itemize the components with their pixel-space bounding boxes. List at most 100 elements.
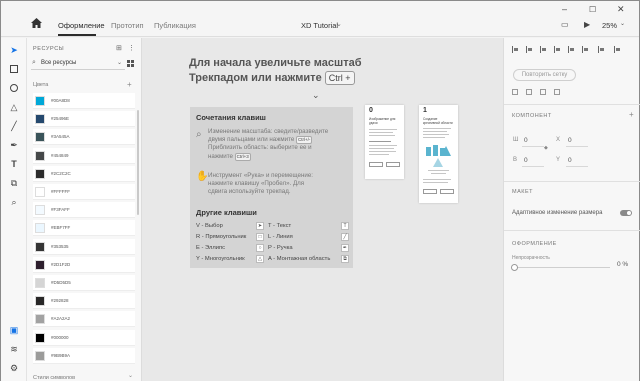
text-icon: T bbox=[341, 222, 349, 230]
text-line bbox=[423, 128, 451, 129]
mini-button bbox=[386, 162, 400, 167]
ctrl-3-key: Ctrl+3 bbox=[234, 152, 251, 161]
opacity-slider[interactable] bbox=[514, 267, 610, 268]
zoom-icon[interactable]: ⌕ bbox=[8, 196, 20, 208]
boolean-intersect-icon[interactable] bbox=[540, 89, 546, 95]
zoom-hint-line1: Для начала увеличьте масштаб bbox=[189, 57, 362, 69]
color-swatch-label: #2D1F2D bbox=[51, 261, 71, 267]
distribute-vertical-icon[interactable] bbox=[614, 46, 621, 53]
text-icon[interactable]: T bbox=[8, 158, 20, 170]
color-swatch-row[interactable]: #000000 bbox=[33, 329, 135, 346]
text-line bbox=[423, 131, 447, 132]
color-swatch-row[interactable]: #3A545A bbox=[33, 129, 135, 146]
artboard-0[interactable]: 0 Изображение для удачи bbox=[365, 105, 404, 179]
color-swatch-label: #353535 bbox=[51, 243, 69, 249]
line-icon[interactable]: ╱ bbox=[8, 120, 20, 132]
add-color-icon[interactable]: + bbox=[127, 80, 132, 89]
triangle-icon[interactable]: △ bbox=[8, 101, 20, 113]
align-center-icon[interactable] bbox=[526, 46, 533, 53]
document-title[interactable]: XD Tutorial bbox=[301, 21, 338, 30]
canvas[interactable]: Для начала увеличьте масштаб Трекпадом и… bbox=[142, 38, 503, 381]
search-filter-value: Все ресурсы bbox=[41, 60, 77, 66]
tab-share[interactable]: Публикация bbox=[154, 21, 196, 30]
artboard-1[interactable]: 1 Создание креативной области bbox=[419, 105, 458, 203]
chevron-down-icon[interactable]: ⌄ bbox=[312, 90, 320, 101]
color-swatch-row[interactable]: #2D1F2D bbox=[33, 256, 135, 273]
color-swatch-row[interactable]: #9B9B9A bbox=[33, 347, 135, 364]
height-label: В bbox=[513, 157, 518, 163]
library-icon[interactable]: ⋮ bbox=[128, 44, 135, 52]
chevron-down-icon[interactable]: ⌄ bbox=[620, 20, 625, 27]
mini-button bbox=[440, 189, 454, 194]
close-icon[interactable]: ✕ bbox=[617, 4, 625, 15]
align-left-icon[interactable] bbox=[512, 46, 519, 53]
color-swatch-row[interactable]: #2C2C2C bbox=[33, 165, 135, 182]
zoom-level[interactable]: 25% bbox=[602, 21, 617, 30]
device-preview-icon[interactable]: ▭ bbox=[561, 20, 569, 29]
chevron-down-icon[interactable]: ⌄ bbox=[128, 372, 133, 379]
opacity-slider-knob[interactable] bbox=[511, 264, 518, 271]
width-value[interactable]: 0 bbox=[524, 137, 528, 144]
color-swatch-row[interactable]: #25496E bbox=[33, 111, 135, 128]
color-swatch-label: #D5D5D5 bbox=[51, 280, 71, 285]
lock-aspect-icon[interactable]: ◆ bbox=[544, 145, 548, 151]
color-swatch-row[interactable]: #292828 bbox=[33, 293, 135, 310]
home-icon[interactable] bbox=[31, 18, 42, 28]
chevron-down-icon[interactable]: ⌄ bbox=[336, 20, 342, 28]
align-right-icon[interactable] bbox=[540, 46, 547, 53]
title-bar: Оформление Прототип Публикация XD Tutori… bbox=[1, 1, 639, 37]
color-swatch-row[interactable]: #00A8D8 bbox=[33, 93, 135, 109]
plugins-icon[interactable]: ⚙ bbox=[8, 362, 20, 374]
y-value[interactable]: 0 bbox=[568, 157, 572, 164]
boolean-add-icon[interactable] bbox=[512, 89, 518, 95]
boolean-subtract-icon[interactable] bbox=[526, 89, 532, 95]
repeat-grid-button[interactable]: Повторить сетку bbox=[513, 69, 576, 81]
assets-scrollbar[interactable] bbox=[137, 110, 139, 215]
color-swatch-row[interactable]: #EBF7FF bbox=[33, 220, 135, 237]
maximize-icon[interactable]: ☐ bbox=[589, 5, 596, 14]
color-swatch-row[interactable]: #454849 bbox=[33, 147, 135, 164]
character-styles-heading: Стили символов bbox=[33, 375, 76, 381]
align-top-icon[interactable] bbox=[554, 46, 561, 53]
add-component-icon[interactable]: + bbox=[629, 110, 634, 119]
boolean-exclude-icon[interactable] bbox=[554, 89, 560, 95]
color-swatch-row[interactable]: #A2A2A2 bbox=[33, 311, 135, 328]
minimize-icon[interactable]: – bbox=[562, 4, 567, 14]
chevron-down-icon[interactable]: ⌄ bbox=[117, 59, 122, 66]
color-swatch bbox=[35, 278, 45, 288]
ellipse-icon[interactable] bbox=[8, 82, 20, 94]
align-bottom-icon[interactable] bbox=[582, 46, 589, 53]
color-swatch-row[interactable]: #D5D5D5 bbox=[33, 275, 135, 291]
x-value[interactable]: 0 bbox=[568, 137, 572, 144]
align-middle-icon[interactable] bbox=[568, 46, 575, 53]
grid-view-icon[interactable] bbox=[127, 60, 134, 67]
height-value[interactable]: 0 bbox=[524, 157, 528, 164]
assets-title: РЕСУРСЫ bbox=[33, 46, 65, 52]
select-icon[interactable]: ➤ bbox=[8, 44, 20, 56]
play-icon[interactable]: ▶ bbox=[584, 20, 590, 29]
opacity-value[interactable]: 0 % bbox=[617, 261, 628, 268]
color-swatch-label: #FFFFFF bbox=[51, 189, 70, 194]
color-swatch bbox=[35, 259, 45, 270]
color-swatch-row[interactable]: #FFFFFF bbox=[33, 184, 135, 200]
tab-design[interactable]: Оформление bbox=[58, 21, 105, 30]
pen-icon[interactable]: ✒ bbox=[8, 139, 20, 151]
distribute-horizontal-icon[interactable] bbox=[598, 46, 605, 53]
field-underline bbox=[566, 166, 588, 167]
color-swatch bbox=[35, 314, 45, 325]
responsive-resize-toggle[interactable] bbox=[620, 210, 632, 216]
artboard-icon[interactable]: ⧉ bbox=[8, 177, 20, 189]
search-icon: ⌕ bbox=[32, 59, 36, 66]
color-swatch-label: #9B9B9A bbox=[51, 352, 71, 358]
layers-icon[interactable]: ≋ bbox=[8, 343, 20, 355]
rectangle-icon[interactable] bbox=[8, 63, 20, 75]
assets-search-input[interactable]: ⌕ Все ресурсы ⌄ bbox=[31, 58, 125, 70]
field-underline bbox=[566, 146, 588, 147]
tab-prototype[interactable]: Прототип bbox=[111, 21, 144, 30]
active-tab-underline bbox=[58, 34, 96, 36]
text-line bbox=[369, 129, 397, 130]
add-asset-icon[interactable]: ⊞ bbox=[116, 44, 122, 52]
assets-panel-icon[interactable]: ▣ bbox=[8, 324, 20, 336]
color-swatch-row[interactable]: #F3FAFF bbox=[33, 202, 135, 219]
color-swatch-row[interactable]: #353535 bbox=[33, 238, 135, 255]
